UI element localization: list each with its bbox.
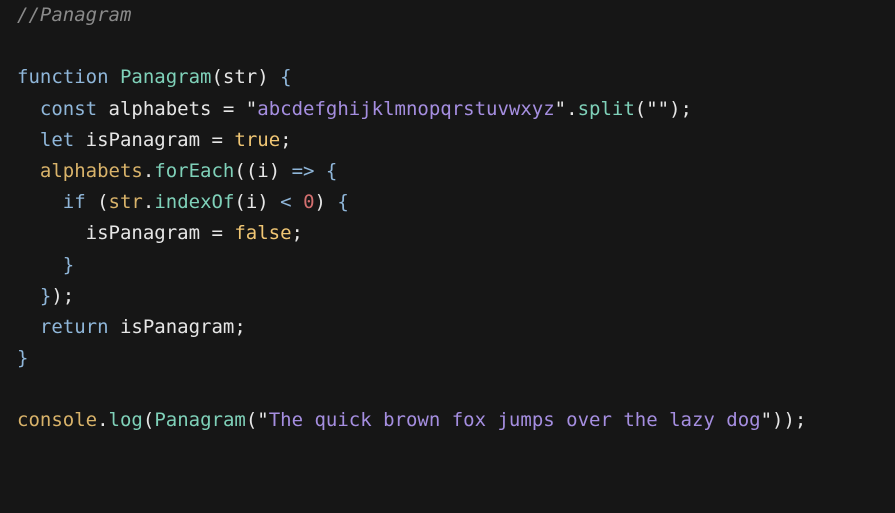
code-token-boolean: true [234, 128, 281, 151]
code-token-punct: (" [245, 409, 269, 432]
code-line: if (str.indexOf(i) < 0) { [17, 187, 806, 218]
code-token-punct [109, 66, 120, 88]
code-line: } [17, 343, 806, 374]
code-token-punct: ; [291, 222, 303, 245]
code-line: ​ [17, 31, 806, 62]
code-token-brace: { [325, 159, 338, 182]
code-editor[interactable]: //Panagram​function Panagram(str) { cons… [0, 0, 895, 513]
code-token-method: indexOf [154, 191, 235, 214]
code-token-var: alphabets [39, 159, 143, 182]
code-token-punct [17, 285, 40, 307]
code-line: alphabets.forEach((i) => { [17, 156, 806, 187]
code-token-fn: Panagram [154, 409, 246, 432]
code-token-punct [17, 191, 63, 213]
code-token-method: split [577, 97, 635, 120]
code-token-brace: { [280, 66, 292, 89]
code-token-brace: { [337, 191, 349, 214]
code-line: ​ [17, 374, 806, 405]
code-token-operator: < [280, 191, 292, 214]
code-token-punct: . [97, 409, 109, 432]
code-token-punct: ; [280, 128, 292, 151]
code-line: } [17, 250, 806, 281]
code-token-punct [314, 160, 325, 182]
code-token-punct: ( [85, 191, 109, 214]
code-token-punct [17, 160, 40, 182]
code-token-punct [17, 254, 63, 276]
code-token-operator: => [291, 159, 315, 182]
code-token-var: str [108, 191, 143, 214]
code-token-fn: Panagram [119, 66, 212, 89]
code-token-ident: isPanagram = [17, 222, 235, 245]
code-token-punct [17, 129, 40, 151]
code-token-punct [292, 191, 303, 213]
code-token-method: forEach [154, 159, 235, 182]
code-token-ident: isPanagram; [108, 315, 246, 338]
code-token-ident: ". [554, 97, 578, 120]
code-token-ident: isPanagram = [74, 128, 235, 151]
code-token-comment: //Panagram [17, 4, 132, 26]
code-line: //Panagram [17, 0, 806, 31]
code-token-punct: ) [314, 191, 338, 214]
code-line: const alphabets = "abcdefghijklmnopqrstu… [17, 94, 806, 125]
code-token-keyword: function [17, 66, 109, 89]
code-line: return isPanagram; [17, 312, 806, 343]
code-token-keyword: let [39, 128, 75, 151]
code-token-punct: . [142, 191, 155, 214]
code-token-punct [17, 316, 40, 338]
code-token-punct: (""); [634, 97, 692, 120]
code-token-punct: ( [142, 409, 155, 432]
code-line: }); [17, 281, 806, 312]
code-token-punct: ); [51, 284, 75, 307]
code-line: function Panagram(str) { [17, 62, 806, 93]
code-token-number: 0 [303, 191, 315, 214]
code-token-brace: } [17, 347, 29, 370]
code-token-string: The quick brown fox jumps over the lazy … [268, 409, 761, 432]
code-token-punct: ")); [760, 409, 807, 432]
code-token-method: log [108, 409, 143, 432]
code-token-ident: alphabets = " [97, 97, 258, 120]
code-token-punct [17, 98, 40, 120]
code-token-punct: ((i) [234, 159, 292, 182]
code-token-punct: . [142, 159, 155, 182]
code-line: let isPanagram = true; [17, 125, 806, 156]
code-token-keyword: if [62, 191, 86, 214]
code-token-punct: (i) [234, 191, 281, 214]
code-line: console.log(Panagram("The quick brown fo… [17, 405, 806, 436]
code-token-boolean: false [234, 222, 292, 245]
code-token-keyword: return [39, 315, 109, 338]
code-token-brace: } [62, 253, 75, 276]
code-line: isPanagram = false; [17, 218, 806, 249]
code-token-var: console [17, 409, 98, 432]
code-token-punct: (str) [211, 66, 281, 89]
code-token-string: abcdefghijklmnopqrstuvwxyz [257, 97, 555, 120]
code-token-brace: } [39, 284, 52, 307]
code-block[interactable]: //Panagram​function Panagram(str) { cons… [17, 0, 806, 437]
code-token-keyword: const [39, 97, 98, 120]
